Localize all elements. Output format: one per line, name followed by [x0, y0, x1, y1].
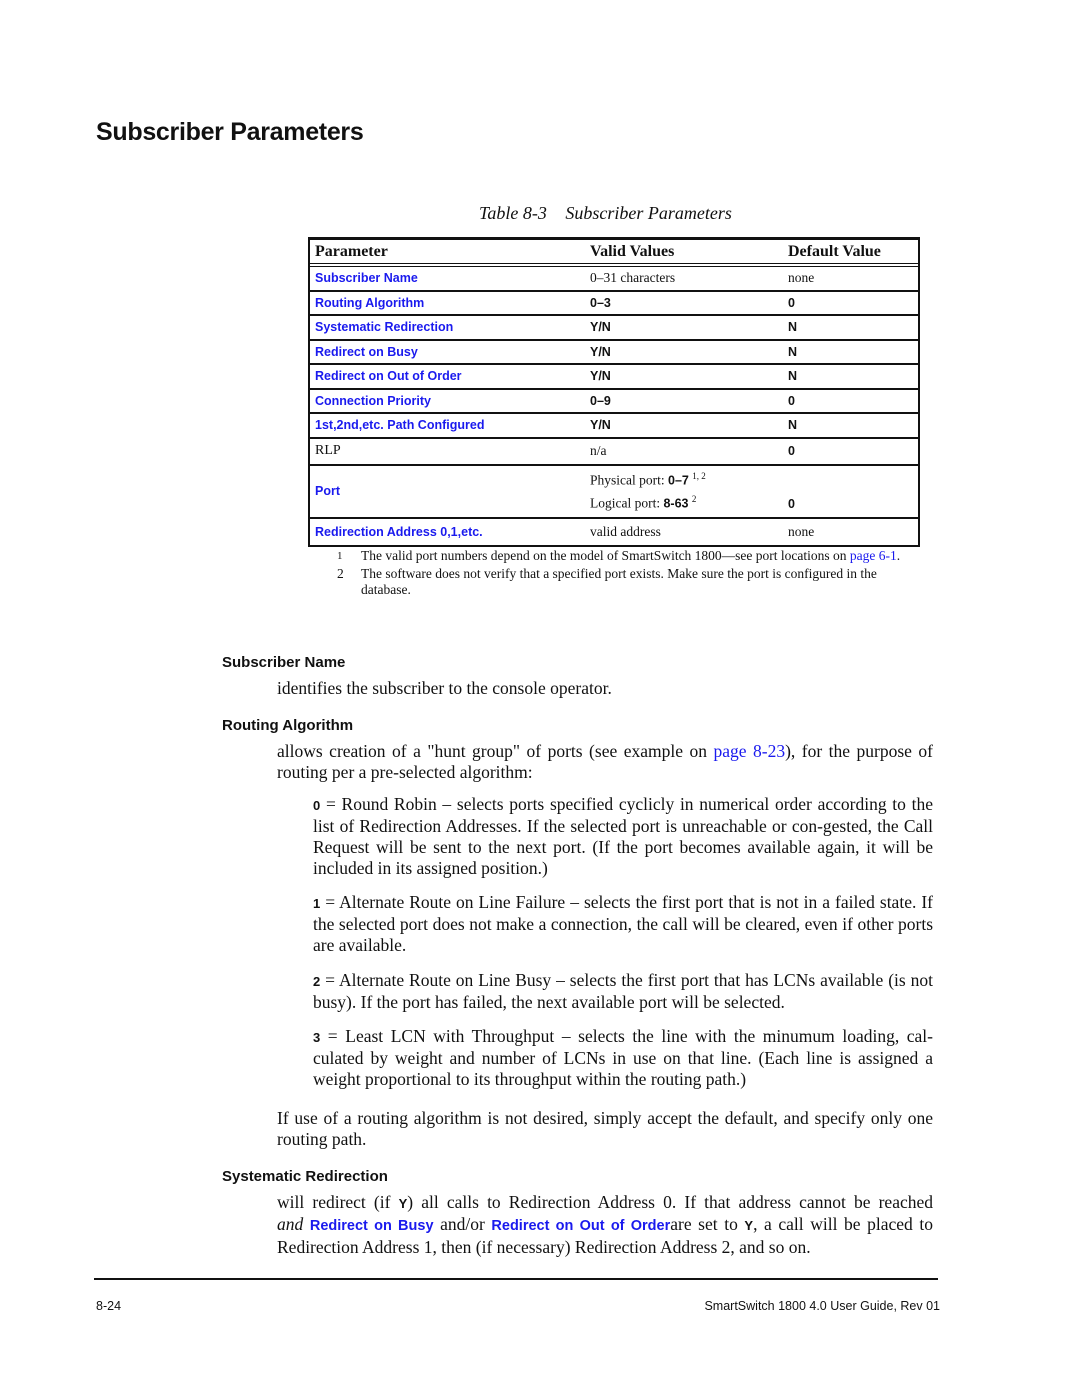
valid-values-cell: 0–31 characters [590, 270, 676, 286]
footer-divider [94, 1278, 938, 1280]
valid-values-cell: n/a [590, 443, 607, 458]
table-row: 1st,2nd,etc. Path Configured Y/N N [310, 414, 918, 439]
systematic-redirection-description: will redirect (if Y) all calls to Redire… [277, 1192, 933, 1258]
table-row: Routing Algorithm 0–3 0 [310, 292, 918, 316]
parameter-link[interactable]: Redirect on Out of Order [310, 369, 590, 383]
page-title: Subscriber Parameters [96, 118, 364, 146]
routing-option-0: 0 = Round Robin – selects ports specifie… [313, 794, 933, 879]
footnote: 1 The valid port numbers depend on the m… [333, 548, 923, 564]
routing-algorithm-closing: If use of a routing algorithm is not des… [277, 1108, 933, 1149]
footnote-ref: 1, 2 [692, 471, 706, 481]
default-value-cell: 0 [788, 393, 795, 408]
option-text: = Alternate Route on Line Failure – sele… [313, 892, 933, 955]
subscriber-name-description: identifies the subscriber to the console… [277, 678, 612, 698]
table-row: Redirect on Out of Order Y/N N [310, 365, 918, 390]
footnote-text-body: The valid port numbers depend on the mod… [361, 548, 850, 563]
emphasis: and [277, 1214, 304, 1234]
routing-option-1: 1 = Alternate Route on Line Failure – se… [313, 892, 933, 956]
valid-values-cell: Y/N [590, 418, 611, 433]
parameter-link[interactable]: Connection Priority [310, 394, 590, 408]
value-key: Y [744, 1218, 754, 1233]
parameter-link[interactable]: Port [310, 484, 590, 498]
footnote-text: The valid port numbers depend on the mod… [361, 548, 900, 564]
parameter-link[interactable]: 1st,2nd,etc. Path Configured [310, 418, 590, 432]
routing-option-2: 2 = Alternate Route on Line Busy – selec… [313, 970, 933, 1013]
default-value-cell: N [788, 344, 798, 359]
table-caption: Table 8-3 Subscriber Parameters [479, 203, 732, 224]
footnote-number: 1 [337, 550, 343, 562]
text: are set to [670, 1214, 745, 1234]
parameter-link[interactable]: Subscriber Name [310, 271, 590, 285]
column-header-valid-values: Valid Values [590, 242, 675, 260]
physical-port-label: Physical port: [590, 472, 668, 488]
logical-port-label: Logical port: [590, 495, 664, 510]
default-value-cell: N [788, 369, 798, 384]
option-text: = Least LCN with Throughput – selects th… [313, 1026, 933, 1089]
column-header-default-value: Default Value [788, 242, 881, 260]
option-text: = Alternate Route on Line Busy – selects… [313, 970, 933, 1012]
valid-values-cell: valid address [590, 523, 661, 539]
section-heading-systematic-redirection: Systematic Redirection [222, 1168, 388, 1185]
valid-values-cell: 0–9 [590, 393, 611, 408]
table-row: Redirect on Busy Y/N N [310, 341, 918, 365]
physical-port-value: 0–7 [668, 473, 689, 488]
default-value-cell: none [788, 523, 815, 539]
port-valid-values: Physical port: 0–7 1, 2 Logical port: 8-… [590, 471, 788, 511]
redirect-on-busy-link[interactable]: Redirect on Busy [310, 1218, 434, 1234]
redirect-on-out-of-order-link[interactable]: Redirect on Out of Order [491, 1218, 670, 1234]
section-heading-routing-algorithm: Routing Algorithm [222, 717, 354, 734]
table-caption-title: Subscriber Parameters [565, 203, 732, 223]
routing-option-3: 3 = Least LCN with Throughput – selects … [313, 1026, 933, 1090]
table-footnotes: 1 The valid port numbers depend on the m… [333, 548, 923, 600]
valid-values-cell: Y/N [590, 369, 611, 384]
footnote-number: 2 [337, 566, 344, 581]
text: ) all calls to Redirection Address 0. If… [407, 1192, 933, 1212]
guide-title: SmartSwitch 1800 4.0 User Guide, Rev 01 [704, 1299, 940, 1313]
text: and/or [433, 1214, 492, 1234]
page-link[interactable]: page 6-1 [850, 548, 897, 563]
page-link[interactable]: page 8-23 [713, 741, 785, 761]
table-row: Connection Priority 0–9 0 [310, 390, 918, 414]
table-row: RLP n/a 0 [310, 439, 918, 466]
logical-port-value: 8-63 [663, 496, 689, 510]
default-value-cell: N [788, 320, 798, 335]
text: will redirect (if [277, 1192, 399, 1212]
parameter-link[interactable]: Routing Algorithm [310, 296, 590, 310]
default-value-cell: 0 [788, 295, 795, 310]
column-header-parameter: Parameter [315, 242, 388, 260]
footnote-ref: 2 [691, 493, 697, 504]
table-row: Subscriber Name 0–31 characters none [310, 267, 918, 292]
default-value-cell: 0 [788, 444, 795, 458]
footnote: 2 The software does not verify that a sp… [333, 566, 923, 598]
footnote-text: The software does not verify that a spec… [361, 566, 877, 597]
port-default-container: 0 [788, 471, 918, 511]
valid-values-cell: Y/N [590, 344, 611, 359]
intro-text: allows creation of a "hunt group" of por… [277, 741, 714, 761]
parameter-link[interactable]: Systematic Redirection [310, 320, 590, 334]
parameter-name: RLP [315, 443, 341, 458]
section-heading-subscriber-name: Subscriber Name [222, 654, 346, 671]
table-row: Redirection Address 0,1,etc. valid addre… [310, 519, 918, 545]
parameter-link[interactable]: Redirect on Busy [310, 345, 590, 359]
parameter-link[interactable]: Redirection Address 0,1,etc. [310, 525, 590, 539]
valid-values-cell: 0–3 [590, 295, 611, 310]
physical-port-range: Physical port: 0–7 1, 2 [590, 471, 788, 489]
default-value-cell: N [788, 418, 798, 433]
footnote-text-end: . [896, 548, 901, 563]
table-row-port: Port Physical port: 0–7 1, 2 Logical por… [310, 466, 918, 519]
table-row: Systematic Redirection Y/N N [310, 316, 918, 341]
logical-port-range: Logical port: 8-63 2 [590, 494, 788, 512]
option-text: = Round Robin – selects ports specified … [313, 794, 933, 878]
page-number: 8-24 [96, 1299, 122, 1313]
routing-algorithm-intro: allows creation of a "hunt group" of por… [277, 741, 933, 783]
value-key: Y [398, 1196, 408, 1211]
default-value-cell: 0 [788, 497, 795, 511]
table-header-row: Parameter Valid Values Default Value [310, 240, 918, 267]
valid-values-cell: Y/N [590, 320, 611, 335]
default-value-cell: none [788, 270, 815, 286]
table-caption-number: Table 8-3 [479, 203, 547, 223]
parameters-table: Parameter Valid Values Default Value Sub… [308, 237, 920, 547]
